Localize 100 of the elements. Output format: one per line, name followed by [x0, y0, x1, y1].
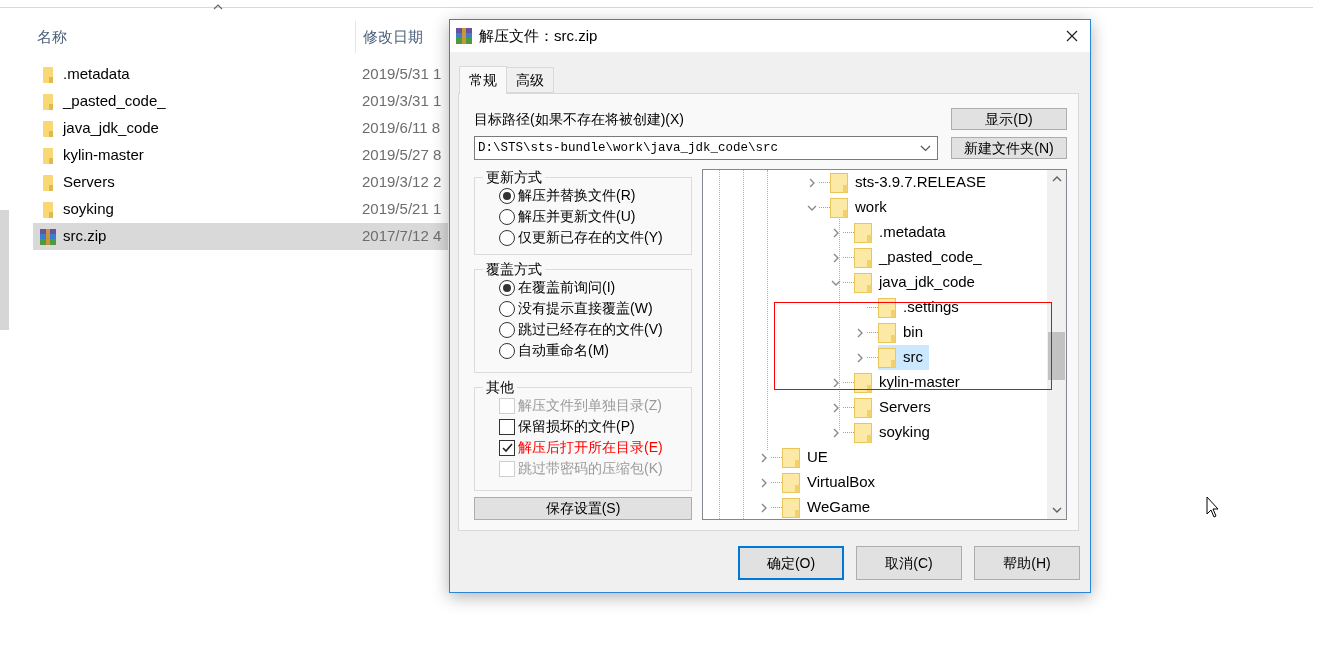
- show-button[interactable]: 显示(D): [951, 108, 1067, 130]
- chevron-right-icon[interactable]: [831, 252, 841, 263]
- file-date: 2019/3/12 2: [362, 172, 442, 193]
- checkbox-label: 跳过带密码的压缩包(K): [518, 459, 663, 478]
- folder-icon: [854, 272, 872, 293]
- file-name: .metadata: [63, 64, 131, 85]
- tree-item[interactable]: .settings: [878, 295, 965, 320]
- radio-label: 在覆盖前询问(I): [518, 278, 616, 297]
- tree-item[interactable]: WeGame: [782, 495, 877, 519]
- scrollbar[interactable]: [0, 210, 9, 330]
- chevron-right-icon[interactable]: [759, 477, 769, 488]
- dialog-button[interactable]: 帮助(H): [974, 546, 1080, 580]
- folder-icon: [782, 497, 800, 518]
- file-date: 2019/3/31 1: [362, 91, 442, 112]
- sort-caret-icon: [213, 4, 223, 10]
- tree-item[interactable]: VirtualBox: [782, 470, 882, 495]
- dialog-button[interactable]: 取消(C): [856, 546, 962, 580]
- checkbox[interactable]: [499, 439, 515, 456]
- file-row[interactable]: kylin-master 2019/5/27 8: [33, 142, 448, 169]
- archive-icon: [455, 27, 473, 45]
- file-row[interactable]: _pasted_code_ 2019/3/31 1: [33, 88, 448, 115]
- field-label: 目标路径(如果不存在将被创建)(X): [474, 109, 684, 129]
- tree-item[interactable]: bin: [878, 320, 930, 345]
- tree-item[interactable]: src: [878, 345, 929, 370]
- check-icon: [501, 442, 513, 453]
- file-date: 2019/6/11 8: [362, 118, 441, 139]
- chevron-right-icon[interactable]: [855, 327, 865, 338]
- chevron-right-icon[interactable]: [855, 352, 865, 363]
- chevron-right-icon[interactable]: [831, 377, 841, 388]
- tree-item[interactable]: kylin-master: [854, 370, 966, 395]
- chevron-right-icon[interactable]: [759, 502, 769, 513]
- path-combobox[interactable]: D:\STS\sts-bundle\work\java_jdk_code\src: [474, 136, 938, 160]
- file-date: 2019/5/21 1: [362, 199, 442, 220]
- file-name: kylin-master: [63, 145, 145, 166]
- tree-item[interactable]: .metadata: [854, 220, 952, 245]
- checkbox-label: 解压后打开所在目录(E): [518, 438, 663, 457]
- tree-item[interactable]: UE: [782, 445, 834, 470]
- file-row[interactable]: Servers 2019/3/12 2: [33, 169, 448, 196]
- chevron-right-icon[interactable]: [831, 402, 841, 413]
- radio-button[interactable]: [499, 208, 515, 225]
- file-date: 2019/5/31 1: [362, 64, 442, 85]
- radio-label: 跳过已经存在的文件(V): [518, 320, 663, 339]
- file-date: 2019/5/27 8: [362, 145, 442, 166]
- new-folder-button[interactable]: 新建文件夹(N): [951, 137, 1067, 159]
- radio-label: 解压并替换文件(R): [518, 186, 636, 205]
- group-title: 覆盖方式: [485, 261, 543, 277]
- file-row[interactable]: .metadata 2019/5/31 1: [33, 61, 448, 88]
- radio-button[interactable]: [499, 342, 515, 359]
- file-name: src.zip: [63, 226, 108, 247]
- radio-label: 解压并更新文件(U): [518, 207, 636, 226]
- mouse-cursor-icon: [1206, 496, 1220, 518]
- group-title: 更新方式: [485, 169, 543, 185]
- scroll-thumb[interactable]: [1048, 332, 1065, 380]
- checkbox-label: 解压文件到单独目录(Z): [518, 396, 662, 415]
- tree-item[interactable]: Servers: [854, 395, 937, 420]
- file-name: java_jdk_code: [63, 118, 160, 139]
- radio-button[interactable]: [499, 300, 515, 317]
- folder-icon: [878, 297, 896, 318]
- checkbox[interactable]: [499, 418, 515, 435]
- checkbox-label: 保留损坏的文件(P): [518, 417, 635, 436]
- radio-button[interactable]: [499, 279, 515, 296]
- folder-icon: [854, 222, 872, 243]
- column-header[interactable]: 名称: [33, 25, 355, 49]
- folder-icon: [42, 92, 54, 111]
- dialog-button[interactable]: 确定(O): [738, 546, 844, 580]
- file-row[interactable]: soyking 2019/5/21 1: [33, 196, 448, 223]
- radio-label: 自动重命名(M): [518, 341, 609, 360]
- tree-item[interactable]: sts-3.9.7.RELEASE: [830, 170, 992, 195]
- file-row[interactable]: java_jdk_code 2019/6/11 8: [33, 115, 448, 142]
- folder-icon: [854, 247, 872, 268]
- tree-item[interactable]: work: [830, 195, 893, 220]
- chevron-right-icon[interactable]: [831, 427, 841, 438]
- window-title: 解压文件：src.zip: [479, 25, 598, 46]
- tab[interactable]: 高级: [507, 67, 554, 93]
- column-header[interactable]: 修改日期: [356, 25, 423, 49]
- tab[interactable]: 常规: [459, 66, 507, 94]
- radio-button[interactable]: [499, 187, 515, 204]
- chevron-right-icon[interactable]: [807, 177, 817, 188]
- chevron-right-icon[interactable]: [759, 452, 769, 463]
- folder-icon: [42, 146, 54, 165]
- scroll-down-icon[interactable]: [1051, 507, 1062, 513]
- file-date: 2017/7/12 4: [362, 226, 442, 247]
- file-row[interactable]: src.zip 2017/7/12 4: [33, 223, 448, 250]
- radio-button[interactable]: [499, 229, 515, 246]
- close-icon[interactable]: [1066, 30, 1078, 42]
- tree-item[interactable]: _pasted_code_: [854, 245, 988, 270]
- scrollbar[interactable]: [1047, 170, 1066, 519]
- scroll-up-icon[interactable]: [1051, 176, 1062, 182]
- tree-item[interactable]: soyking: [854, 420, 936, 445]
- file-name: Servers: [63, 172, 116, 193]
- folder-icon: [42, 65, 54, 84]
- file-name: _pasted_code_: [63, 91, 167, 112]
- tree-item[interactable]: java_jdk_code: [854, 270, 981, 295]
- save-settings-button[interactable]: 保存设置(S): [474, 497, 692, 520]
- folder-icon: [854, 422, 872, 443]
- folder-icon: [854, 372, 872, 393]
- radio-button[interactable]: [499, 321, 515, 338]
- radio-label: 没有提示直接覆盖(W): [518, 299, 653, 318]
- file-name: soyking: [63, 199, 115, 220]
- chevron-right-icon[interactable]: [831, 227, 841, 238]
